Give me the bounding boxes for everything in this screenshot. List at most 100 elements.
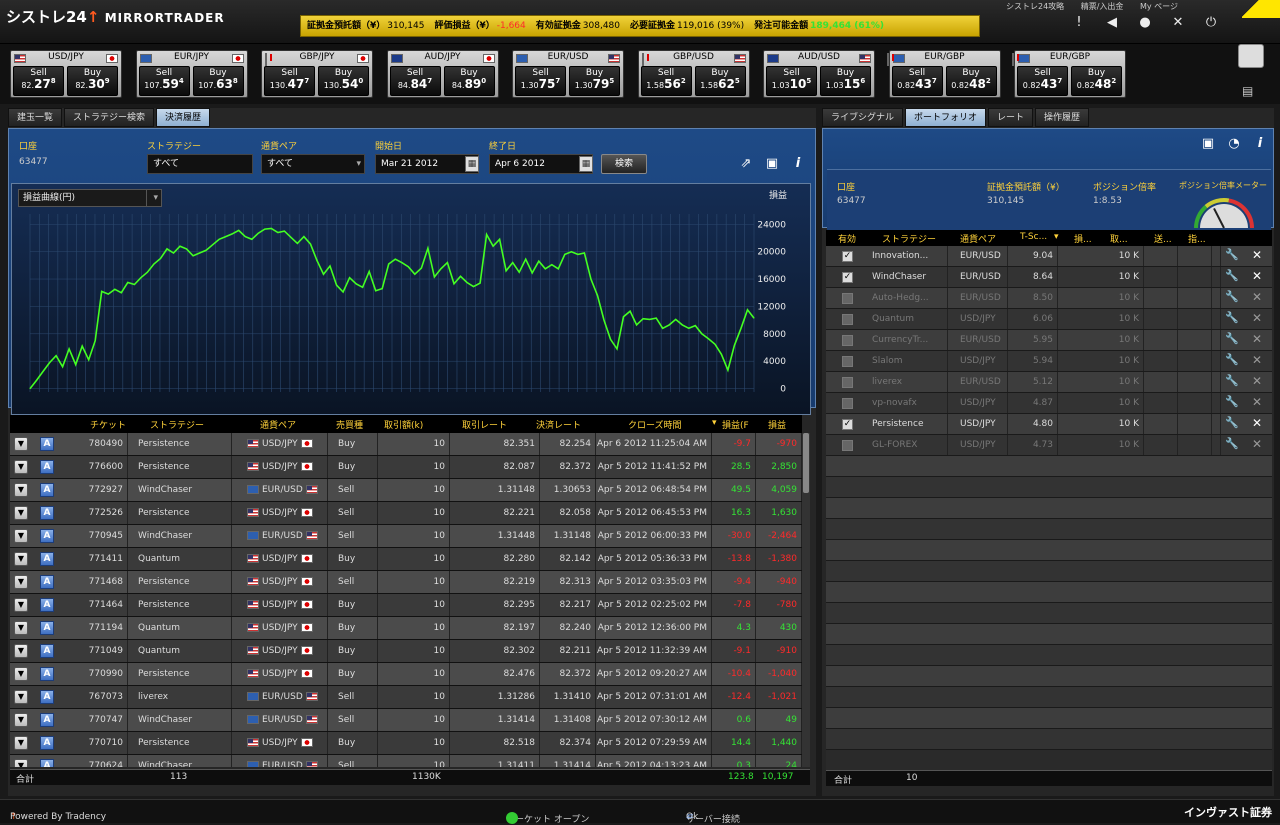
column-header[interactable]: ストラテジー	[882, 232, 936, 245]
wrench-icon[interactable]: 🔧	[1224, 290, 1240, 306]
sort-desc-icon[interactable]: ▾	[712, 418, 717, 428]
row-a-button[interactable]: A	[40, 460, 54, 474]
scroll-thumb[interactable]	[803, 433, 809, 493]
row-dropdown-button[interactable]: ▼	[14, 506, 28, 520]
wrench-icon[interactable]: 🔧	[1224, 437, 1240, 453]
wrench-icon[interactable]: 🔧	[1224, 332, 1240, 348]
sort-desc-icon[interactable]: ▾	[1054, 232, 1059, 242]
table-row[interactable]: ✓ WindChaser EUR/USD 8.64 10 K 🔧 ✕	[826, 267, 1272, 288]
column-header[interactable]: T-Sc...	[1020, 232, 1047, 242]
remove-icon[interactable]: ✕	[1250, 374, 1264, 390]
row-a-button[interactable]: A	[40, 644, 54, 658]
column-header[interactable]: 損...	[1074, 232, 1092, 245]
active-checkbox[interactable]	[842, 377, 853, 388]
row-dropdown-button[interactable]: ▼	[14, 437, 28, 451]
column-header[interactable]: 取引レート	[462, 418, 507, 431]
table-row[interactable]: ▼ A 771194 Quantum USD/JPY Buy 10 82.197 82.240 A…	[10, 617, 802, 640]
row-dropdown-button[interactable]: ▼	[14, 644, 28, 658]
report-icon[interactable]: ▤	[1242, 84, 1260, 100]
table-row[interactable]: ▼ A 776600 Persistence USD/JPY Buy 10 82.087 82.…	[10, 456, 802, 479]
active-checkbox[interactable]: ✓	[842, 272, 853, 283]
active-checkbox[interactable]	[842, 356, 853, 367]
right-tab-1[interactable]: ポートフォリオ	[905, 108, 987, 127]
column-header[interactable]: 送...	[1154, 232, 1172, 245]
row-a-button[interactable]: A	[40, 575, 54, 589]
table-row[interactable]: ▼ A 771464 Persistence USD/JPY Buy 10 82.295 82.…	[10, 594, 802, 617]
strategy-input[interactable]: すべて	[147, 154, 253, 174]
remove-icon[interactable]: ✕	[1250, 269, 1264, 285]
buy-button[interactable]: Buy 1.58625	[694, 66, 746, 96]
row-a-button[interactable]: A	[40, 621, 54, 635]
table-row[interactable]: ▼ A 772526 Persistence USD/JPY Sell 10 82.221 82…	[10, 502, 802, 525]
column-header[interactable]: 有効	[838, 232, 856, 245]
active-checkbox[interactable]	[842, 314, 853, 325]
row-dropdown-button[interactable]: ▼	[14, 483, 28, 497]
column-header[interactable]: 決済レート	[536, 418, 581, 431]
info-icon[interactable]: i	[789, 155, 807, 173]
eject-icon[interactable]	[1238, 44, 1264, 68]
column-header[interactable]: チケット	[90, 418, 126, 431]
wrench-icon[interactable]: 🔧	[1224, 416, 1240, 432]
table-row[interactable]: vp-novafx USD/JPY 4.87 10 K 🔧 ✕	[826, 393, 1272, 414]
right-tab-3[interactable]: 操作履歴	[1035, 108, 1090, 127]
left-tab-2[interactable]: 決済履歴	[156, 108, 211, 127]
start-date-input[interactable]: Mar 21 2012 ▦	[375, 154, 479, 174]
wrench-icon[interactable]: 🔧	[1224, 311, 1240, 327]
table-row[interactable]: ✓ Innovation... EUR/USD 9.04 10 K 🔧 ✕	[826, 246, 1272, 267]
sell-button[interactable]: Sell 1.03105	[766, 66, 817, 96]
column-header[interactable]: 取...	[1110, 232, 1128, 245]
table-row[interactable]: liverex EUR/USD 5.12 10 K 🔧 ✕	[826, 372, 1272, 393]
row-dropdown-button[interactable]: ▼	[14, 736, 28, 750]
right-tab-2[interactable]: レート	[988, 108, 1034, 127]
row-a-button[interactable]: A	[40, 437, 54, 451]
buy-button[interactable]: Buy 1.30795	[569, 66, 620, 96]
row-dropdown-button[interactable]: ▼	[14, 575, 28, 589]
table-row[interactable]: Quantum USD/JPY 6.06 10 K 🔧 ✕	[826, 309, 1272, 330]
save-icon[interactable]: ▣	[1199, 135, 1217, 153]
row-a-button[interactable]: A	[40, 598, 54, 612]
remove-icon[interactable]: ✕	[1250, 416, 1264, 432]
sell-button[interactable]: Sell 82.278	[13, 66, 64, 96]
table-row[interactable]: ▼ A 771411 Quantum USD/JPY Buy 10 82.280 82.142 A…	[10, 548, 802, 571]
export-icon[interactable]: ⇗	[737, 155, 755, 173]
buy-button[interactable]: Buy 0.82482	[945, 66, 997, 96]
sell-button[interactable]: Sell 0.82437	[891, 66, 943, 96]
remove-icon[interactable]: ✕	[1250, 437, 1264, 453]
active-checkbox[interactable]: ✓	[842, 419, 853, 430]
row-dropdown-button[interactable]: ▼	[14, 690, 28, 704]
history-scrollbar[interactable]	[802, 433, 810, 767]
sell-button[interactable]: Sell 84.847	[389, 66, 441, 96]
table-row[interactable]: CurrencyTr... EUR/USD 5.95 10 K 🔧 ✕	[826, 330, 1272, 351]
pair-select[interactable]: すべて	[261, 154, 365, 174]
wrench-icon[interactable]: 🔧	[1224, 353, 1240, 369]
active-checkbox[interactable]	[842, 398, 853, 409]
save-icon[interactable]: ▣	[763, 155, 781, 173]
row-dropdown-button[interactable]: ▼	[14, 529, 28, 543]
table-row[interactable]: Auto-Hedg... EUR/USD 8.50 10 K 🔧 ✕	[826, 288, 1272, 309]
row-a-button[interactable]: A	[40, 667, 54, 681]
power-icon[interactable]: ⏻	[1202, 14, 1220, 32]
sell-button[interactable]: Sell 1.30757	[515, 66, 566, 96]
calendar-icon[interactable]: ▦	[579, 156, 593, 172]
link-guide[interactable]: シストレ24攻略	[1006, 2, 1064, 11]
row-dropdown-button[interactable]: ▼	[14, 621, 28, 635]
buy-button[interactable]: Buy 84.890	[443, 66, 495, 96]
sell-button[interactable]: Sell 0.82437	[1017, 66, 1068, 96]
calendar-icon[interactable]: ▦	[465, 156, 479, 172]
row-a-button[interactable]: A	[40, 736, 54, 750]
row-dropdown-button[interactable]: ▼	[14, 667, 28, 681]
column-header[interactable]: 取引額(k)	[384, 418, 423, 431]
sell-button[interactable]: Sell 130.477	[264, 66, 315, 96]
row-dropdown-button[interactable]: ▼	[14, 759, 28, 767]
right-tab-0[interactable]: ライブシグナル	[822, 108, 904, 127]
table-row[interactable]: ▼ A 771468 Persistence USD/JPY Sell 10 82.219 82…	[10, 571, 802, 594]
chat-icon[interactable]: ●	[1136, 14, 1154, 32]
remove-icon[interactable]: ✕	[1250, 395, 1264, 411]
table-row[interactable]: ▼ A 780490 Persistence USD/JPY Buy 10 82.351 82.…	[10, 433, 802, 456]
column-header[interactable]: クローズ時間	[628, 418, 682, 431]
alert-icon[interactable]: !	[1070, 14, 1088, 32]
buy-button[interactable]: Buy 130.540	[318, 66, 369, 96]
search-button[interactable]: 検索	[601, 154, 647, 174]
info-icon[interactable]: i	[1251, 135, 1269, 153]
remove-icon[interactable]: ✕	[1250, 248, 1264, 264]
